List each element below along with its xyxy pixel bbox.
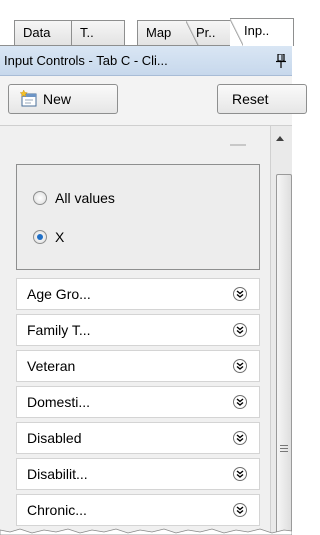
- tab-map[interactable]: Map: [137, 20, 189, 46]
- radio-button-all-values[interactable]: [33, 191, 47, 205]
- double-chevron-down-icon[interactable]: [233, 431, 247, 445]
- collapsed-section-handle[interactable]: [230, 144, 246, 146]
- double-chevron-down-icon[interactable]: [233, 287, 247, 301]
- reset-button[interactable]: Reset: [217, 84, 307, 114]
- double-chevron-down-icon[interactable]: [233, 323, 247, 337]
- filter-label: Chronic...: [27, 502, 87, 518]
- filter-list: All values X Age Gro... Family T... Vete…: [8, 136, 260, 535]
- torn-edge-decoration: [0, 528, 292, 535]
- radio-button-x[interactable]: [33, 230, 47, 244]
- tab-input-controls[interactable]: Inp..: [230, 18, 294, 46]
- scrollbar-thumb[interactable]: [276, 174, 292, 535]
- panel-title-bar: Input Controls - Tab C - Cli...: [0, 46, 292, 76]
- tab-data[interactable]: Data: [14, 20, 72, 46]
- double-chevron-down-icon[interactable]: [233, 467, 247, 481]
- new-button[interactable]: New: [8, 84, 118, 114]
- tab-t[interactable]: T..: [71, 20, 125, 46]
- filter-disabled[interactable]: Disabled: [16, 422, 260, 454]
- input-controls-panel: All values X Age Gro... Family T... Vete…: [0, 126, 292, 535]
- filter-label: Family T...: [27, 322, 91, 338]
- vertical-scrollbar[interactable]: [260, 126, 292, 535]
- radio-label-x: X: [55, 229, 65, 245]
- new-button-label: New: [43, 91, 72, 107]
- filter-veteran[interactable]: Veteran: [16, 350, 260, 382]
- filter-family-type[interactable]: Family T...: [16, 314, 260, 346]
- filter-label: Disabilit...: [27, 466, 88, 482]
- filter-label: Disabled: [27, 430, 82, 446]
- scroll-up-arrow-icon[interactable]: [276, 136, 284, 141]
- filter-label: Domesti...: [27, 394, 91, 410]
- filter-disability[interactable]: Disabilit...: [16, 458, 260, 490]
- double-chevron-down-icon[interactable]: [233, 395, 247, 409]
- filter-domestic[interactable]: Domesti...: [16, 386, 260, 418]
- toolbar: New Reset: [0, 76, 307, 126]
- panel-title: Input Controls - Tab C - Cli...: [4, 53, 168, 68]
- tab-pr[interactable]: Pr..: [186, 20, 236, 46]
- scrollbar-grip-icon: [280, 445, 288, 454]
- double-chevron-down-icon[interactable]: [233, 503, 247, 517]
- filter-label: Veteran: [27, 358, 76, 374]
- reset-button-label: Reset: [232, 91, 269, 107]
- filter-label: Age Gro...: [27, 286, 91, 302]
- pin-icon[interactable]: [276, 54, 286, 68]
- filter-age-group[interactable]: Age Gro...: [16, 278, 260, 310]
- double-chevron-down-icon[interactable]: [233, 359, 247, 373]
- tab-bar: Data T.. Map Pr.. Inp..: [0, 0, 294, 46]
- new-document-icon: [19, 90, 37, 107]
- radio-label-all-values: All values: [55, 190, 115, 206]
- filter-chronic[interactable]: Chronic...: [16, 494, 260, 526]
- value-radio-group: All values X: [16, 164, 260, 270]
